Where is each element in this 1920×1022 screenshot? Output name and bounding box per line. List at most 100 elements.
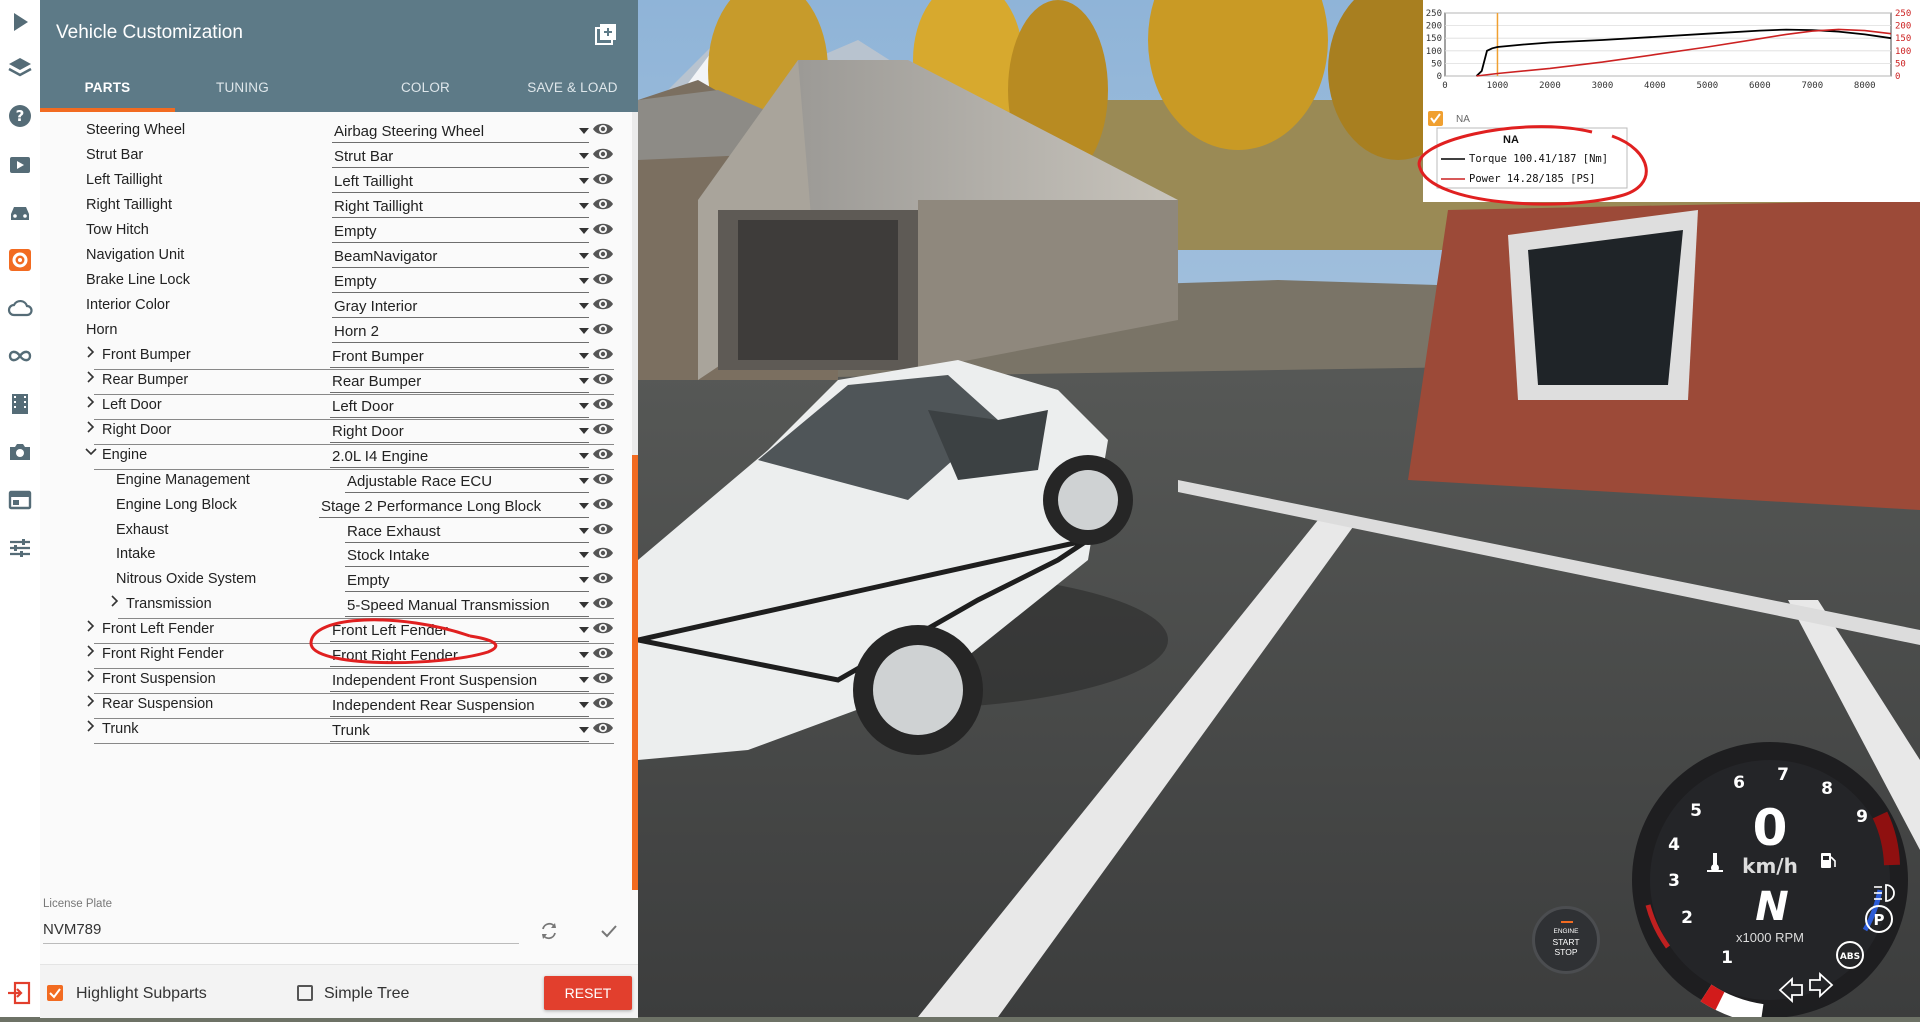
eye-icon[interactable]	[592, 118, 614, 140]
eye-icon[interactable]	[592, 567, 614, 589]
refresh-icon[interactable]	[538, 920, 560, 942]
dropdown-caret-icon	[579, 227, 589, 234]
part-select[interactable]: Trunk	[330, 718, 589, 743]
play-icon[interactable]	[4, 6, 36, 38]
layers-icon[interactable]	[4, 52, 36, 84]
panel-title: Vehicle Customization	[56, 22, 243, 43]
simple-tree-label: Simple Tree	[324, 985, 410, 1002]
dropdown-caret-icon	[579, 427, 589, 434]
eye-icon[interactable]	[592, 468, 614, 490]
eye-icon[interactable]	[592, 293, 614, 315]
scenario-icon[interactable]	[4, 148, 36, 180]
graph-x-tick: 8000	[1854, 81, 1876, 91]
chevron-right-icon[interactable]	[84, 669, 98, 683]
eye-icon[interactable]	[592, 168, 614, 190]
part-label: Front Right Fender	[102, 646, 224, 663]
left-icon-rail: ?	[0, 0, 41, 1017]
rpm-tick-label: 8	[1821, 779, 1833, 799]
dropdown-caret-icon	[579, 277, 589, 284]
eye-icon[interactable]	[592, 542, 614, 564]
dropdown-caret-icon	[579, 552, 589, 559]
eye-icon[interactable]	[592, 193, 614, 215]
chevron-right-icon[interactable]	[84, 644, 98, 658]
chevron-right-icon[interactable]	[84, 719, 98, 733]
graph-y-tick-right: 250	[1895, 9, 1911, 19]
group-divider	[94, 743, 614, 745]
graph-y-tick-left: 150	[1426, 34, 1442, 44]
graph-legend-title: NA	[1503, 134, 1519, 146]
eye-icon[interactable]	[592, 218, 614, 240]
eye-icon[interactable]	[592, 617, 614, 639]
eye-icon[interactable]	[592, 318, 614, 340]
tab-tuning[interactable]: TUNING	[175, 80, 310, 95]
part-label: Intake	[116, 546, 156, 563]
chevron-right-icon[interactable]	[84, 370, 98, 384]
chevron-right-icon[interactable]	[84, 619, 98, 633]
camera-icon[interactable]	[4, 436, 36, 468]
part-value: Trunk	[332, 722, 370, 740]
chevron-right-icon[interactable]	[84, 395, 98, 409]
graph-x-tick: 1000	[1487, 81, 1509, 91]
highlight-subparts-checkbox[interactable]	[47, 985, 63, 1001]
eye-icon[interactable]	[592, 443, 614, 465]
eye-icon[interactable]	[592, 343, 614, 365]
chevron-right-icon[interactable]	[84, 345, 98, 359]
parts-tree: Steering Wheel Airbag Steering Wheel Str…	[40, 112, 638, 889]
rpm-tick-label: 4	[1668, 835, 1680, 855]
speed-unit: km/h	[1742, 854, 1798, 878]
eye-icon[interactable]	[592, 393, 614, 415]
part-label: Front Suspension	[102, 671, 216, 688]
simple-tree-checkbox[interactable]	[297, 985, 313, 1001]
graph-y-tick-left: 0	[1437, 72, 1442, 82]
sliders-icon[interactable]	[4, 532, 36, 564]
help-icon[interactable]: ?	[4, 100, 36, 132]
dashboard-hud: 123456789 0 km/h N x1000 RPM P ABS	[1530, 735, 1920, 1022]
popout-icon[interactable]	[594, 22, 618, 46]
dropdown-caret-icon	[579, 128, 589, 134]
eye-icon[interactable]	[592, 368, 614, 390]
eye-icon[interactable]	[592, 143, 614, 165]
part-value: Strut Bar	[334, 147, 394, 165]
reset-button[interactable]: RESET	[544, 976, 632, 1010]
rpm-tick-label: 3	[1668, 871, 1680, 891]
tab-parts[interactable]: PARTS	[40, 80, 175, 95]
graph-y-tick-right: 50	[1895, 59, 1906, 69]
chevron-right-icon[interactable]	[84, 420, 98, 434]
chevron-down-icon[interactable]	[84, 445, 98, 459]
part-value: 5-Speed Manual Transmission	[347, 597, 550, 615]
eye-icon[interactable]	[592, 667, 614, 689]
dropdown-caret-icon	[579, 327, 589, 334]
rpm-tick-label: 6	[1733, 773, 1745, 793]
eye-icon[interactable]	[592, 592, 614, 614]
eye-icon[interactable]	[592, 493, 614, 515]
part-value: 2.0L I4 Engine	[332, 447, 429, 465]
eye-icon[interactable]	[592, 692, 614, 714]
infinity-icon[interactable]	[4, 340, 36, 372]
tab-save-load[interactable]: SAVE & LOAD	[505, 80, 640, 95]
eye-icon[interactable]	[592, 418, 614, 440]
chevron-right-icon[interactable]	[84, 694, 98, 708]
svg-text:P: P	[1874, 911, 1885, 929]
part-value: Horn 2	[334, 322, 380, 340]
license-plate-input[interactable]	[43, 915, 519, 944]
eye-icon[interactable]	[592, 717, 614, 739]
film-icon[interactable]	[4, 388, 36, 420]
eye-icon[interactable]	[592, 268, 614, 290]
chevron-right-icon[interactable]	[108, 594, 122, 608]
dropdown-caret-icon	[579, 302, 589, 309]
exit-icon[interactable]	[6, 980, 32, 1006]
tab-color[interactable]: COLOR	[358, 80, 493, 95]
cloud-icon[interactable]	[4, 292, 36, 324]
torque-power-graph: 250 250 200 200 150 150 100 100 50 50 0 0 0 1000 2000 3…	[1423, 0, 1920, 202]
rpm-tick-label: 9	[1856, 807, 1868, 827]
check-icon[interactable]	[598, 920, 620, 942]
gear-icon[interactable]	[4, 244, 36, 276]
eye-icon[interactable]	[592, 518, 614, 540]
ui-apps-icon[interactable]	[4, 484, 36, 516]
vehicle-icon[interactable]	[4, 196, 36, 228]
dropdown-caret-icon	[579, 252, 589, 259]
engine-start-stop-button[interactable]: ENGINE START STOP	[1532, 906, 1600, 974]
scrollbar-thumb[interactable]	[632, 455, 638, 890]
eye-icon[interactable]	[592, 243, 614, 265]
eye-icon[interactable]	[592, 642, 614, 664]
